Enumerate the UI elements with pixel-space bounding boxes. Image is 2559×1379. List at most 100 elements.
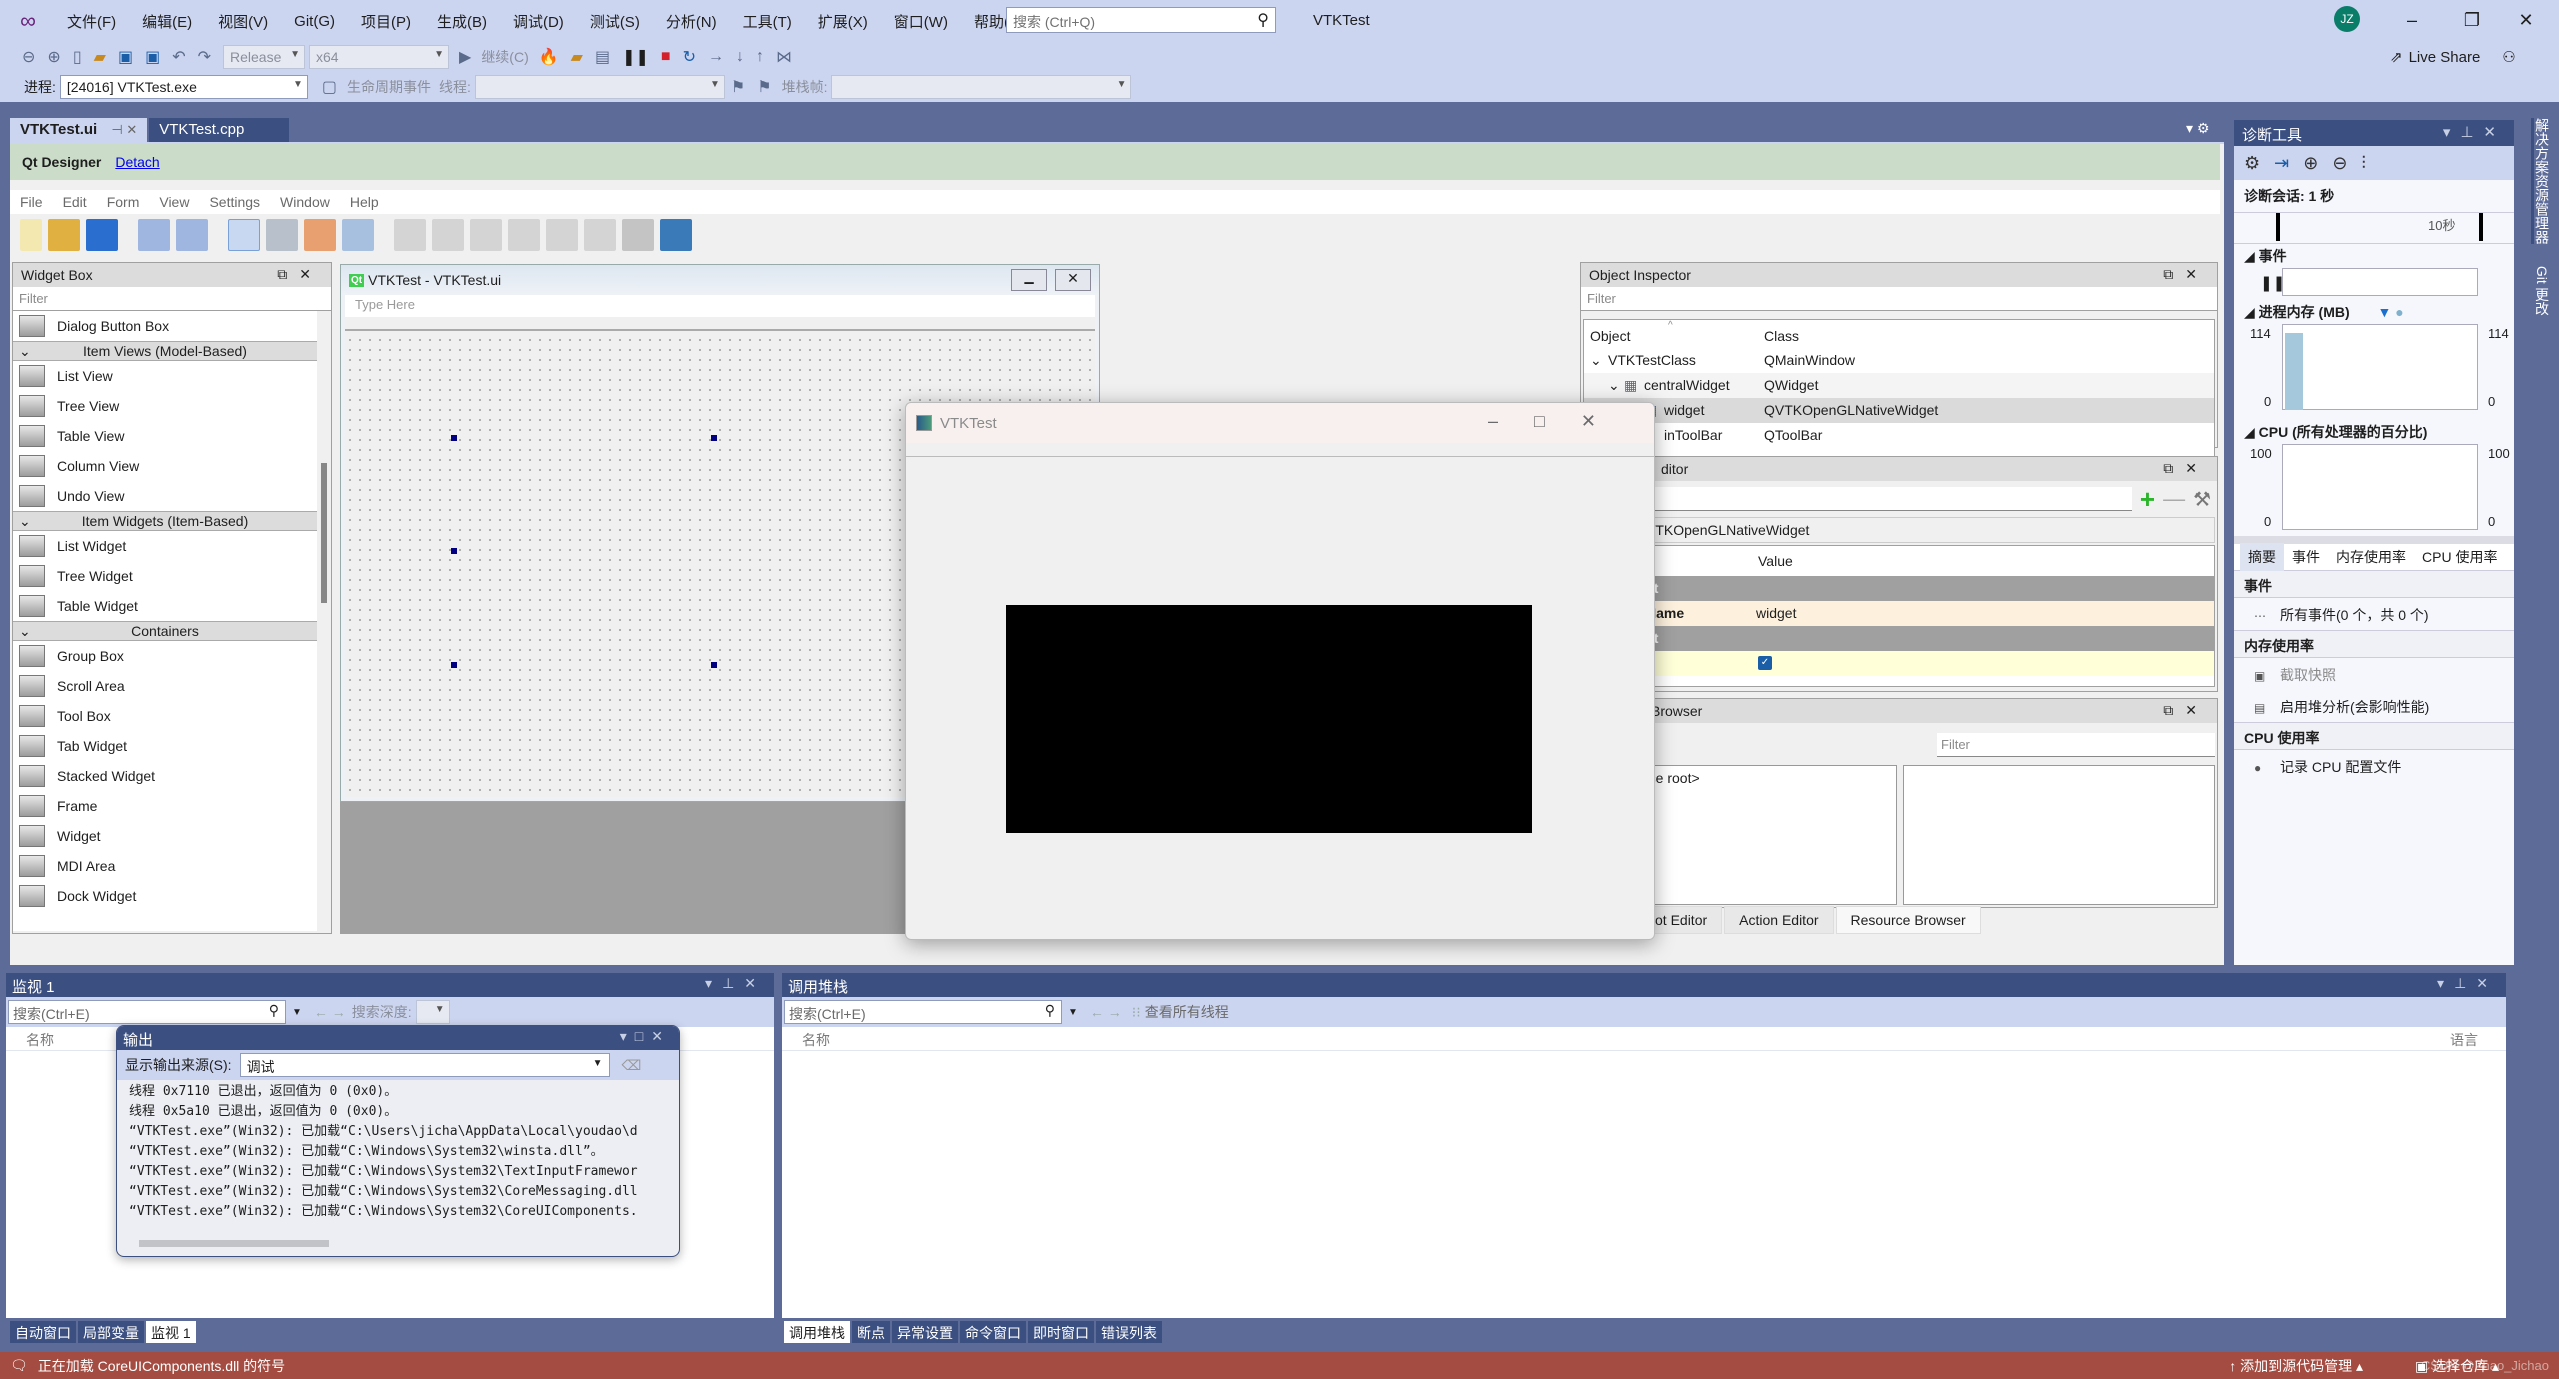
resource-tree[interactable]: rce root> [1639, 765, 1897, 905]
layout-grid-icon[interactable] [546, 219, 578, 251]
widget-item[interactable]: Dock Widget [13, 881, 317, 911]
diag-action[interactable]: ● 记录 CPU 配置文件 [2234, 750, 2514, 782]
qt-menu-item[interactable]: Help [350, 194, 379, 210]
chevron-down-icon[interactable]: ▼ [292, 1007, 302, 1018]
redo-icon[interactable]: ↷ [198, 47, 211, 67]
bring-to-front-icon[interactable] [176, 219, 208, 251]
step-out-icon[interactable]: ↑ [756, 48, 764, 66]
watch-tab[interactable]: 局部变量 [78, 1321, 144, 1343]
widget-item[interactable]: Tool Box [13, 701, 317, 731]
panel-window-controls[interactable]: ▾⊥✕ [705, 975, 766, 992]
continue-button[interactable]: 继续(C) [481, 47, 528, 67]
qt-menu-item[interactable]: Edit [63, 194, 87, 210]
tab-overflow-icon[interactable]: ▾ ⚙ [2186, 120, 2209, 137]
widget-item[interactable]: Stacked Widget [13, 761, 317, 791]
layout-v-splitter-icon[interactable] [508, 219, 540, 251]
tab-vtktest-cpp[interactable]: VTKTest.cpp [149, 118, 290, 142]
float-close-icons[interactable]: ⧉✕ [2163, 460, 2209, 477]
avatar[interactable]: JZ [2334, 6, 2360, 32]
menu-item[interactable]: 文件(F) [54, 11, 129, 32]
diag-tab[interactable]: 摘要 [2240, 543, 2284, 571]
events-chart[interactable] [2282, 268, 2478, 296]
watch-search-input[interactable]: 搜索(Ctrl+E) ⚲ [8, 1000, 286, 1024]
notification-icon[interactable]: 🗨 [10, 1357, 28, 1374]
output-text[interactable]: 线程 0x7110 已退出，返回值为 0 (0x0)。 线程 0x5a10 已退出… [117, 1080, 679, 1230]
selection-handle[interactable] [451, 662, 457, 668]
undo-icon[interactable]: ↶ [172, 47, 185, 67]
close-button[interactable]: ✕ [2506, 6, 2546, 34]
save-all-icon[interactable]: ▣ [145, 47, 160, 67]
thread-select[interactable]: ▼ [474, 75, 725, 99]
view-all-threads-button[interactable]: 查看所有线程 [1145, 1002, 1229, 1022]
selection-handle[interactable] [451, 548, 457, 554]
export-icon[interactable]: ⇥ [2274, 153, 2289, 174]
selection-handle[interactable] [711, 662, 717, 668]
edit-widgets-icon[interactable] [228, 219, 260, 251]
scrollbar-thumb[interactable] [139, 1240, 329, 1247]
call-stack-tab[interactable]: 错误列表 [1096, 1321, 1162, 1343]
menu-item[interactable]: 测试(S) [577, 11, 653, 32]
stackframe-select[interactable]: ▼ [831, 75, 1132, 99]
tab-vtktest-ui[interactable]: VTKTest.ui ⊣ ✕ [10, 118, 148, 142]
menu-item[interactable]: 工具(T) [730, 11, 805, 32]
new-project-icon[interactable]: ▯ [73, 47, 82, 67]
qt-menu-item[interactable]: Form [107, 194, 140, 210]
scrollbar-thumb[interactable] [321, 463, 327, 603]
widget-category[interactable]: ⌄ Item Widgets (Item-Based) [13, 511, 317, 531]
git-changes-tab[interactable]: Git 更改 [2534, 266, 2550, 316]
object-inspector-filter[interactable]: Filter [1581, 287, 2217, 311]
open-file-icon[interactable]: ▰ [94, 47, 106, 67]
form-minimize-button[interactable]: ▁ [1011, 269, 1047, 291]
timeline-start-marker[interactable] [2276, 213, 2280, 241]
widget-item[interactable]: Widget [13, 821, 317, 851]
memory-chart[interactable] [2282, 324, 2478, 410]
window-controls[interactable]: –□✕ [1488, 411, 1632, 432]
flag-all-icon[interactable]: ⚑ [757, 77, 771, 97]
horizontal-scrollbar[interactable] [123, 1238, 663, 1250]
property-filter[interactable] [1587, 487, 2132, 511]
col-language[interactable]: 语言 [2450, 1030, 2478, 1050]
hot-reload-icon[interactable]: 🔥 [539, 47, 559, 67]
widget-item[interactable]: Dialog Button Box [13, 311, 317, 341]
tree-row[interactable]: ⌄ VTKTestClass QMainWindow [1584, 348, 2214, 373]
call-stack-search-input[interactable]: 搜索(Ctrl+E) ⚲ [784, 1000, 1062, 1024]
layout-h-splitter-icon[interactable] [470, 219, 502, 251]
process-select[interactable]: [24016] VTKTest.exe ▼ [59, 75, 308, 99]
open-form-icon[interactable] [48, 219, 80, 251]
timeline-end-marker[interactable] [2479, 213, 2483, 241]
stop-icon[interactable]: ■ [661, 48, 671, 66]
search-back-icon[interactable]: ← → [1090, 1004, 1122, 1020]
form-close-button[interactable]: ✕ [1055, 269, 1091, 291]
timeline-ruler[interactable]: 10秒 [2234, 212, 2514, 244]
widget-item[interactable]: List Widget [13, 531, 317, 561]
step-over-icon[interactable]: → [708, 48, 724, 66]
qt-menu-item[interactable]: File [20, 194, 43, 210]
cpu-chart[interactable] [2282, 444, 2478, 530]
lifecycle-events-button[interactable]: 生命周期事件 [347, 77, 431, 97]
property-row[interactable]: d✓ [1584, 651, 2214, 676]
diag-tab[interactable]: 内存使用率 [2328, 543, 2414, 571]
break-layout-icon[interactable] [622, 219, 654, 251]
property-group-row[interactable]: ct [1584, 576, 2214, 601]
call-stack-tab[interactable]: 异常设置 [892, 1321, 958, 1343]
configure-icon[interactable]: ⚒ [2193, 487, 2211, 512]
widget-item[interactable]: Tree View [13, 391, 317, 421]
remove-property-icon[interactable]: — [2163, 486, 2185, 512]
watch-tab[interactable]: 监视 1 [146, 1321, 196, 1343]
diag-action[interactable]: ⋯ 所有事件(0 个，共 0 个) [2234, 598, 2514, 630]
solution-explorer-tab[interactable]: 解决方案资源管理器 [2531, 118, 2550, 244]
menu-item[interactable]: 扩展(X) [805, 11, 881, 32]
breakpoint-toggle-icon[interactable]: ⋈ [776, 47, 792, 67]
add-to-source-control-button[interactable]: ↑ 添加到源代码管理 ▴ [2229, 1356, 2363, 1376]
chevron-down-icon[interactable]: ▼ [1068, 1007, 1078, 1018]
diag-action[interactable]: ▣ 截取快照 [2234, 658, 2514, 690]
menu-item[interactable]: Git(G) [281, 13, 348, 30]
col-name[interactable]: 名称 [802, 1032, 830, 1048]
save-icon[interactable]: ▣ [118, 47, 133, 67]
widget-item[interactable]: List View [13, 361, 317, 391]
adjust-size-icon[interactable] [660, 219, 692, 251]
feedback-icon[interactable]: ⚇ [2502, 48, 2515, 66]
panel-window-controls[interactable]: ▾⊥✕ [2437, 975, 2498, 992]
zoom-out-icon[interactable]: ⊖ [2332, 153, 2347, 174]
diag-action[interactable]: ▤ 启用堆分析(会影响性能) [2234, 690, 2514, 722]
